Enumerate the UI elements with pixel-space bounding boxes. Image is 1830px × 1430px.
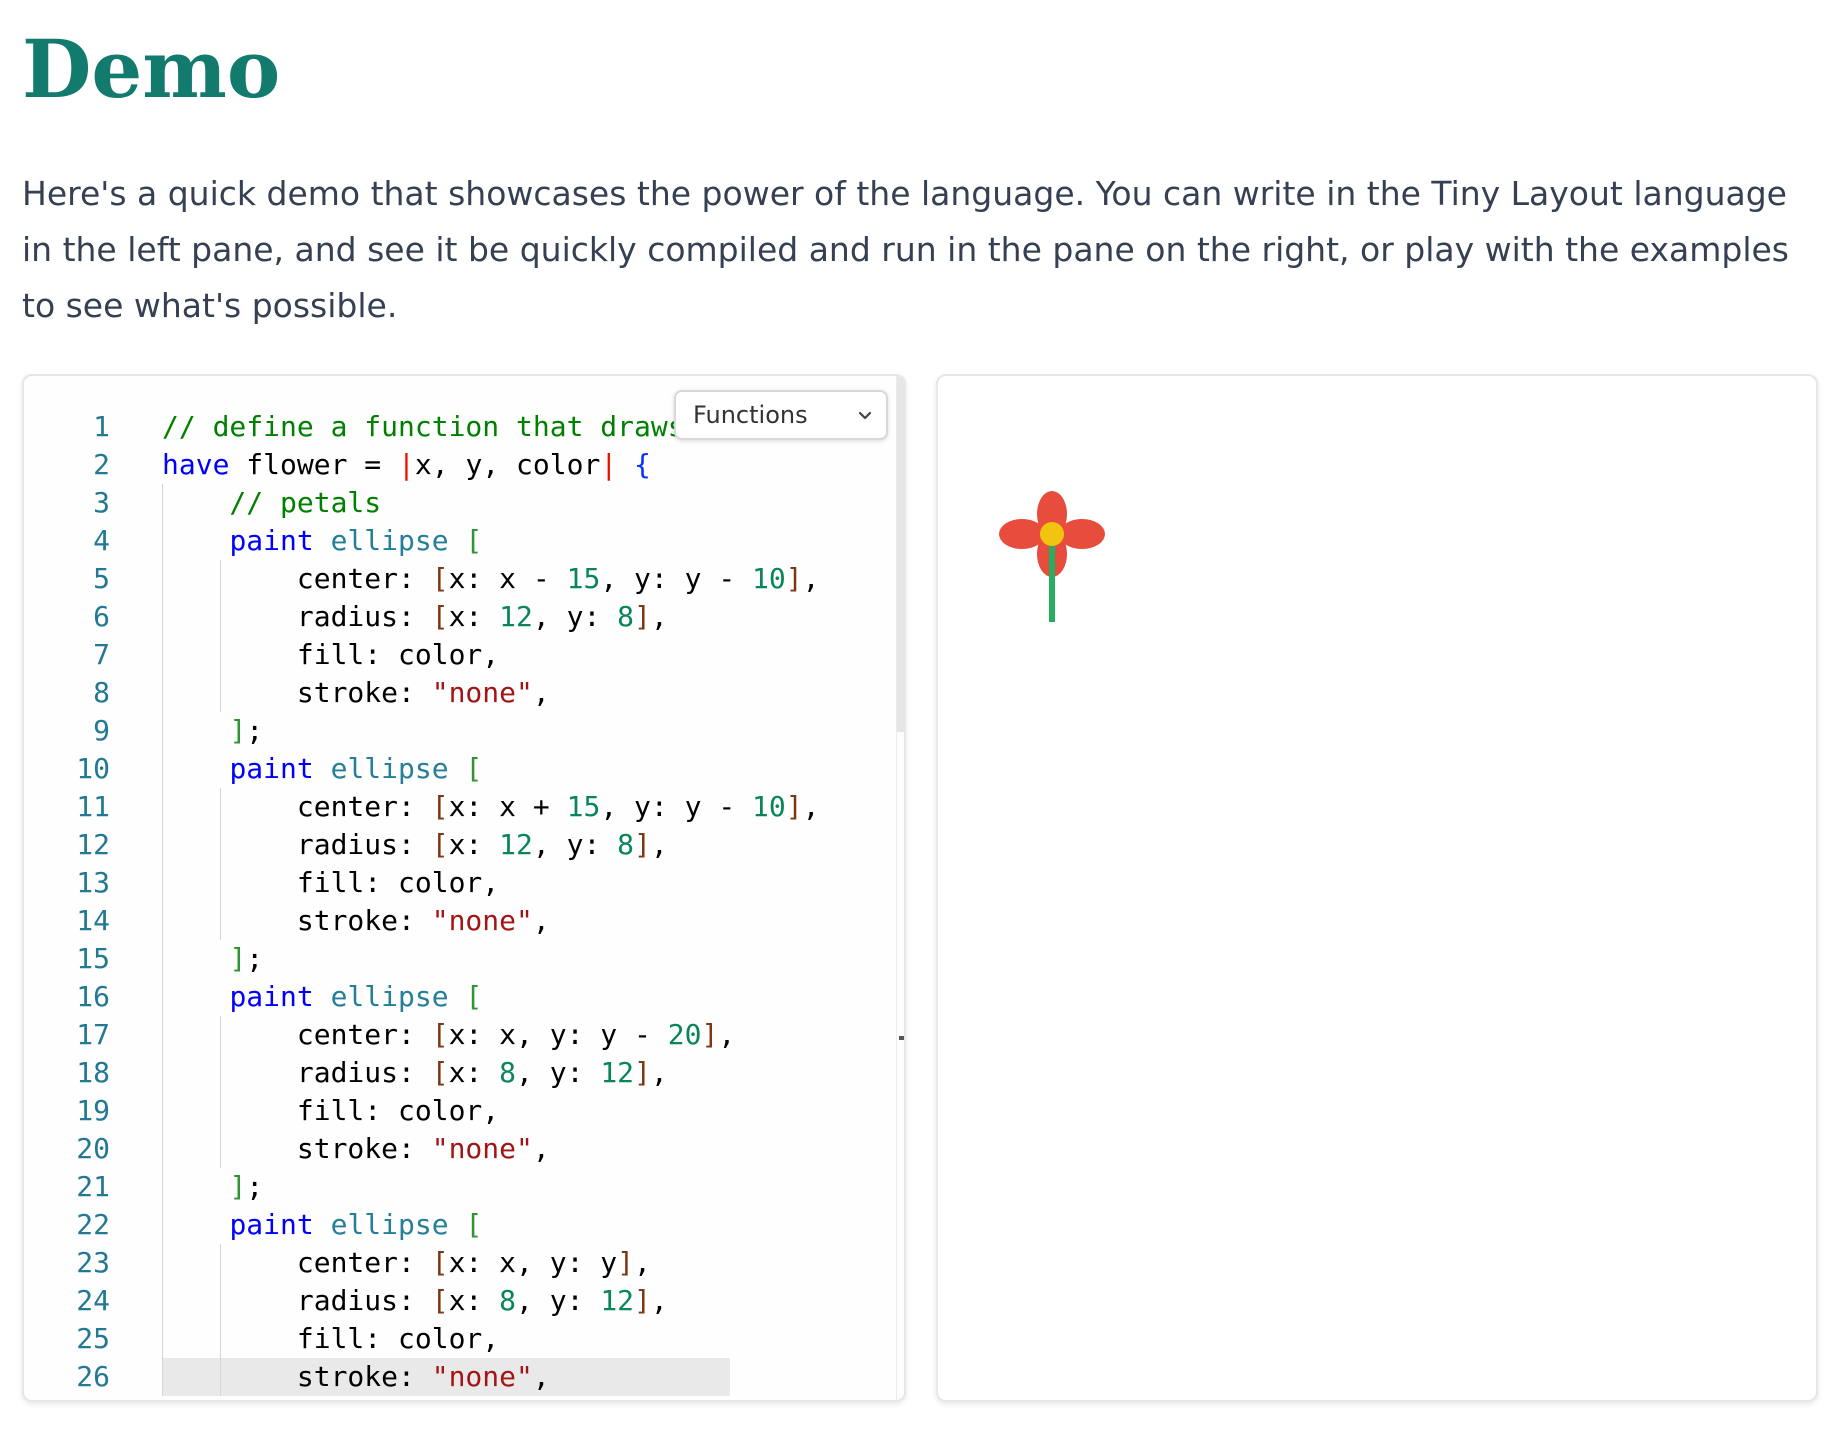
line-number: 26 (76, 1360, 110, 1393)
line-number: 8 (93, 676, 110, 709)
code-line[interactable]: 8 stroke: "none", (24, 674, 894, 712)
code-line[interactable]: 20 stroke: "none", (24, 1130, 894, 1168)
code-line[interactable]: 2 have flower = |x, y, color| { (24, 446, 894, 484)
petal-right (1059, 519, 1105, 549)
code-line-text[interactable]: fill: color, (162, 636, 499, 674)
code-line-text[interactable]: have flower = |x, y, color| { (162, 446, 651, 484)
code-line[interactable]: 16 paint ellipse [ (24, 978, 894, 1016)
flower-drawing (999, 491, 1105, 622)
line-number: 1 (93, 410, 110, 443)
code-line-text[interactable]: ]; (162, 712, 263, 750)
page-title: Demo (22, 22, 281, 116)
examples-dropdown[interactable]: Functions (674, 390, 888, 440)
code-line-text[interactable]: stroke: "none", (162, 674, 550, 712)
code-line-text[interactable]: radius: [x: 12, y: 8], (162, 598, 668, 636)
code-line[interactable]: 21 ]; (24, 1168, 894, 1206)
intro-paragraph: Here's a quick demo that showcases the p… (22, 174, 1789, 325)
scrollbar-thumb[interactable] (897, 376, 904, 732)
line-number: 6 (93, 600, 110, 633)
line-number: 13 (76, 866, 110, 899)
code-line[interactable]: 23 center: [x: x, y: y], (24, 1244, 894, 1282)
code-line-text[interactable]: paint ellipse [ (162, 750, 482, 788)
line-number: 21 (76, 1170, 110, 1203)
flower-stem (1049, 544, 1055, 622)
code-line-current[interactable]: 26 stroke: "none", (24, 1358, 894, 1396)
code-line[interactable]: 13 fill: color, (24, 864, 894, 902)
line-number: 20 (76, 1132, 110, 1165)
examples-dropdown-label: Functions (693, 401, 808, 429)
line-number: 7 (93, 638, 110, 671)
code-line[interactable]: 25 fill: color, (24, 1320, 894, 1358)
code-line-text[interactable]: stroke: "none", (162, 1358, 550, 1396)
code-line[interactable]: 12 radius: [x: 12, y: 8], (24, 826, 894, 864)
line-number: 5 (93, 562, 110, 595)
code-line[interactable]: 5 center: [x: x - 15, y: y - 10], (24, 560, 894, 598)
code-line[interactable]: 10 paint ellipse [ (24, 750, 894, 788)
code-area[interactable]: 1 // define a function that draws 2 have f… (24, 408, 894, 1396)
line-number: 23 (76, 1246, 110, 1279)
code-line-text[interactable]: paint ellipse [ (162, 978, 482, 1016)
code-line[interactable]: 17 center: [x: x, y: y - 20], (24, 1016, 894, 1054)
code-line[interactable]: 14 stroke: "none", (24, 902, 894, 940)
line-number: 25 (76, 1322, 110, 1355)
code-line[interactable]: 7 fill: color, (24, 636, 894, 674)
line-number: 15 (76, 942, 110, 975)
code-line[interactable]: 9 ]; (24, 712, 894, 750)
code-line-text[interactable]: ]; (162, 1168, 263, 1206)
code-line-text[interactable]: fill: color, (162, 864, 499, 902)
line-number: 9 (93, 714, 110, 747)
scrollbar-position-marker (899, 1036, 904, 1040)
code-line[interactable]: 4 paint ellipse [ (24, 522, 894, 560)
chevron-down-icon (856, 402, 874, 420)
code-line-text[interactable]: stroke: "none", (162, 902, 550, 940)
line-number: 17 (76, 1018, 110, 1051)
code-line-text[interactable]: center: [x: x + 15, y: y - 10], (162, 788, 820, 826)
line-number: 18 (76, 1056, 110, 1089)
line-number: 14 (76, 904, 110, 937)
line-number: 4 (93, 524, 110, 557)
code-line[interactable]: 22 paint ellipse [ (24, 1206, 894, 1244)
line-number: 2 (93, 448, 110, 481)
code-line-text[interactable]: // petals (162, 484, 381, 522)
code-line-text[interactable]: radius: [x: 8, y: 12], (162, 1282, 668, 1320)
code-line-text[interactable]: fill: color, (162, 1092, 499, 1130)
flower-center (1040, 522, 1064, 546)
code-line-text[interactable]: ]; (162, 940, 263, 978)
line-number: 11 (76, 790, 110, 823)
code-line[interactable]: 11 center: [x: x + 15, y: y - 10], (24, 788, 894, 826)
code-line[interactable]: 18 radius: [x: 8, y: 12], (24, 1054, 894, 1092)
code-editor-pane[interactable]: 1 // define a function that draws 2 have f… (22, 374, 906, 1402)
petal-left (999, 519, 1045, 549)
code-line-text[interactable]: center: [x: x, y: y - 20], (162, 1016, 735, 1054)
demo-page: Demo Here's a quick demo that showcases … (0, 0, 1830, 1430)
code-line[interactable]: 6 radius: [x: 12, y: 8], (24, 598, 894, 636)
code-line[interactable]: 19 fill: color, (24, 1092, 894, 1130)
code-line-text[interactable]: radius: [x: 12, y: 8], (162, 826, 668, 864)
line-number: 3 (93, 486, 110, 519)
code-line[interactable]: 3 // petals (24, 484, 894, 522)
line-number: 19 (76, 1094, 110, 1127)
code-line[interactable]: 15 ]; (24, 940, 894, 978)
code-line[interactable]: 24 radius: [x: 8, y: 12], (24, 1282, 894, 1320)
code-line-text[interactable]: // define a function that draws (162, 408, 685, 446)
code-line-text[interactable]: center: [x: x, y: y], (162, 1244, 651, 1282)
code-line-text[interactable]: stroke: "none", (162, 1130, 550, 1168)
line-number: 22 (76, 1208, 110, 1241)
code-line-text[interactable]: center: [x: x - 15, y: y - 10], (162, 560, 820, 598)
editor-scrollbar[interactable] (896, 376, 904, 1400)
line-number: 16 (76, 980, 110, 1013)
output-pane (936, 374, 1818, 1402)
line-number: 10 (76, 752, 110, 785)
code-line-text[interactable]: paint ellipse [ (162, 522, 482, 560)
code-line-text[interactable]: radius: [x: 8, y: 12], (162, 1054, 668, 1092)
line-number: 12 (76, 828, 110, 861)
code-line-text[interactable]: fill: color, (162, 1320, 499, 1358)
line-number: 24 (76, 1284, 110, 1317)
code-line-text[interactable]: paint ellipse [ (162, 1206, 482, 1244)
